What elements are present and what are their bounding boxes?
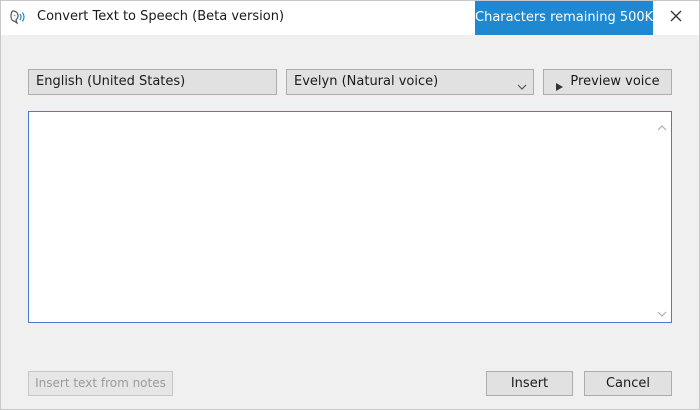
insert-button[interactable]: Insert [486, 371, 573, 396]
chevron-up-icon[interactable] [657, 121, 667, 131]
text-editor [28, 111, 672, 323]
close-button[interactable] [661, 5, 691, 31]
chevron-down-icon [517, 77, 527, 90]
language-select[interactable]: English (United States) [28, 69, 277, 95]
vertical-scrollbar[interactable] [653, 112, 671, 322]
chevron-down-icon[interactable] [657, 307, 667, 317]
preview-voice-button[interactable]: Preview voice [543, 69, 672, 95]
close-icon [670, 10, 682, 26]
insert-text-from-notes-button[interactable]: Insert text from notes [28, 371, 173, 396]
preview-voice-label: Preview voice [570, 74, 660, 89]
play-icon [555, 77, 564, 91]
language-select-value: English (United States) [36, 74, 186, 89]
window-title: Convert Text to Speech (Beta version) [37, 9, 285, 24]
text-to-speech-dialog: Convert Text to Speech (Beta version) Ch… [0, 0, 700, 410]
voice-select-value: Evelyn (Natural voice) [294, 74, 439, 89]
characters-remaining-badge: Characters remaining 500K [475, 1, 653, 35]
voice-select[interactable]: Evelyn (Natural voice) [286, 69, 534, 95]
title-bar: Convert Text to Speech (Beta version) Ch… [1, 1, 699, 35]
speech-text-input[interactable] [29, 112, 653, 322]
cancel-button[interactable]: Cancel [584, 371, 672, 396]
speech-bubble-icon [9, 8, 29, 28]
